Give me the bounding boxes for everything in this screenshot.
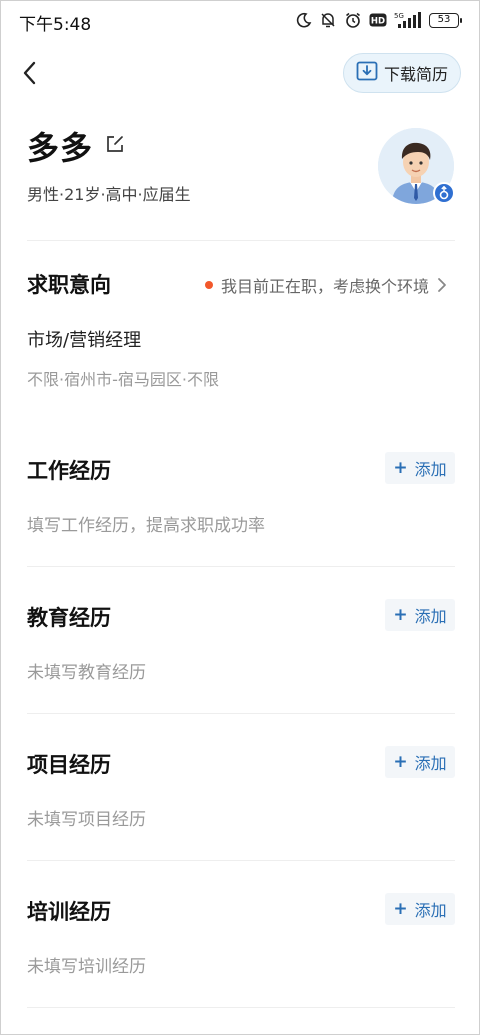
edit-icon[interactable] bbox=[105, 134, 125, 154]
job-status-selector[interactable]: 我目前正在职，考虑换个环境 bbox=[204, 273, 447, 297]
work-experience-placeholder: 填写工作经历，提高求职成功率 bbox=[27, 516, 265, 536]
chevron-left-icon bbox=[23, 61, 36, 85]
download-resume-label: 下载简历 bbox=[383, 65, 448, 84]
status-time: 下午5:48 bbox=[19, 15, 92, 35]
work-experience-title: 工作经历 bbox=[27, 459, 111, 483]
add-training-experience-button[interactable]: + 添加 bbox=[385, 893, 455, 925]
training-experience-placeholder: 未填写培训经历 bbox=[27, 957, 146, 977]
add-label: 添加 bbox=[414, 607, 447, 626]
status-dot bbox=[204, 281, 213, 289]
alarm-icon bbox=[344, 11, 362, 29]
divider bbox=[27, 240, 455, 241]
download-icon bbox=[356, 61, 378, 85]
education-placeholder: 未填写教育经历 bbox=[27, 663, 146, 683]
job-intent-detail: 不限·宿州市-宿马园区·不限 bbox=[27, 370, 219, 389]
svg-text:HD: HD bbox=[371, 17, 385, 27]
profile-meta: 男性·21岁·高中·应届生 bbox=[27, 185, 191, 204]
add-label: 添加 bbox=[414, 901, 447, 920]
moon-icon bbox=[296, 12, 312, 28]
add-label: 添加 bbox=[414, 460, 447, 479]
add-education-button[interactable]: + 添加 bbox=[385, 599, 455, 631]
mute-icon bbox=[319, 11, 337, 29]
plus-icon: + bbox=[393, 751, 408, 772]
add-label: 添加 bbox=[414, 754, 447, 773]
plus-icon: + bbox=[393, 457, 408, 478]
add-work-experience-button[interactable]: + 添加 bbox=[385, 452, 455, 484]
status-icons: HD 5G 53 bbox=[296, 9, 462, 31]
divider bbox=[27, 1007, 455, 1008]
battery-icon: 53 bbox=[429, 12, 462, 28]
education-title: 教育经历 bbox=[27, 606, 111, 630]
job-intent-position[interactable]: 市场/营销经理 bbox=[27, 326, 141, 352]
plus-icon: + bbox=[393, 898, 408, 919]
divider bbox=[27, 860, 455, 861]
back-button[interactable] bbox=[17, 57, 45, 89]
divider bbox=[27, 566, 455, 567]
status-bar: 下午5:48 HD 5G 53 bbox=[1, 1, 479, 39]
training-experience-title: 培训经历 bbox=[27, 900, 111, 924]
chevron-right-icon bbox=[438, 278, 446, 292]
project-experience-placeholder: 未填写项目经历 bbox=[27, 810, 146, 830]
plus-icon: + bbox=[393, 604, 408, 625]
job-intent-title: 求职意向 bbox=[27, 273, 111, 297]
male-icon bbox=[433, 182, 455, 204]
profile-name: 多多 bbox=[27, 129, 94, 167]
signal-icon: 5G bbox=[394, 11, 422, 29]
svg-text:5G: 5G bbox=[394, 12, 404, 20]
job-status-text: 我目前正在职，考虑换个环境 bbox=[220, 277, 429, 296]
project-experience-title: 项目经历 bbox=[27, 753, 111, 777]
divider bbox=[27, 713, 455, 714]
hd-icon: HD bbox=[369, 13, 387, 27]
download-resume-button[interactable]: 下载简历 bbox=[343, 53, 461, 93]
add-project-experience-button[interactable]: + 添加 bbox=[385, 746, 455, 778]
